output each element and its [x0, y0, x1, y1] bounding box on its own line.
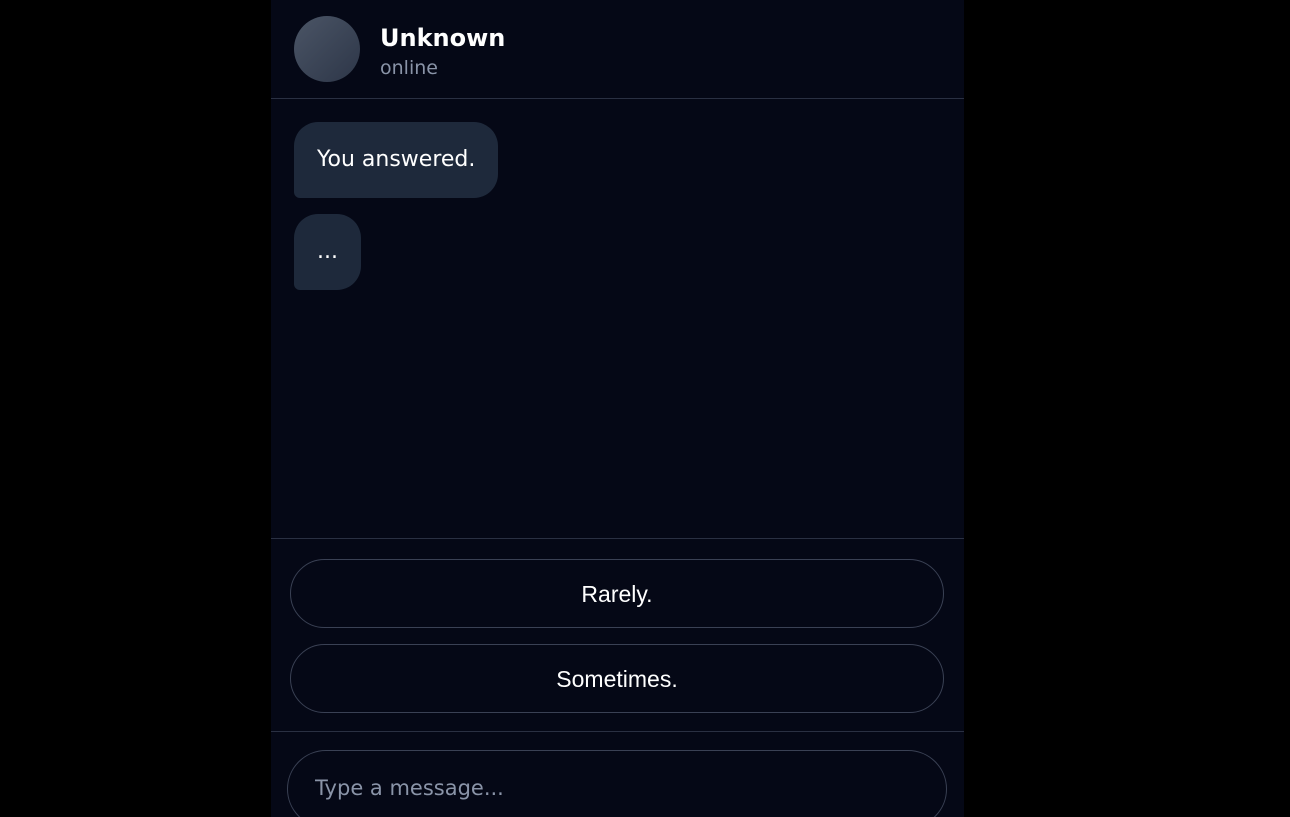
contact-status: online [380, 57, 438, 79]
message-composer [287, 750, 947, 817]
message-list[interactable]: You answered. ... [271, 99, 964, 538]
contact-name: Unknown [380, 24, 506, 52]
reply-button-rarely[interactable]: Rarely. [290, 559, 944, 628]
message-input[interactable] [315, 771, 915, 805]
typing-bubble: ... [294, 214, 361, 290]
reply-button-sometimes[interactable]: Sometimes. [290, 644, 944, 713]
avatar[interactable] [294, 16, 360, 82]
quick-replies: Rarely. Sometimes. [271, 538, 964, 732]
chat-header: Unknown online [271, 0, 964, 99]
message-bubble: You answered. [294, 122, 499, 198]
chat-window: Unknown online You answered. ... Rarely.… [271, 0, 964, 817]
